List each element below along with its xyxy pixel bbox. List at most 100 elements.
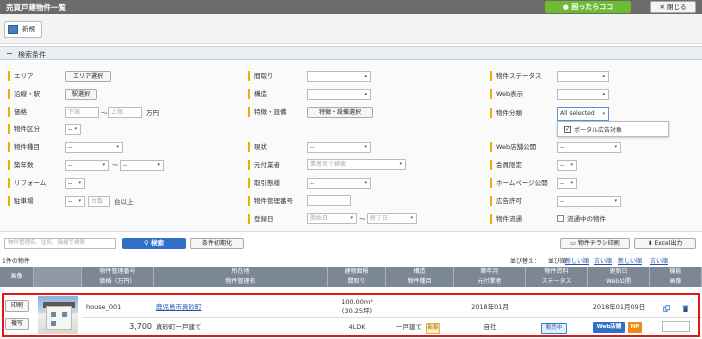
sort-option[interactable]: 新しい順 (565, 257, 589, 267)
web-label: Web表示 (490, 89, 523, 99)
prop-type-label: 物件種目 (8, 142, 40, 152)
price-min-input[interactable]: 下限 (65, 107, 99, 118)
search-form: エリア エリア選択 沿線・駅 駅選択 価格 下限 〜 上限 万円 物件区分 --… (0, 62, 702, 232)
prop-type-select[interactable]: -- ▾ (65, 142, 123, 153)
parking-count-input[interactable]: 台数 (88, 196, 110, 207)
madori-select[interactable]: ▴ (307, 71, 371, 82)
page-title: 売買戸建物件一覧 (6, 3, 66, 12)
toroku-separator: 〜 (359, 215, 366, 223)
status-select[interactable]: ▴ (557, 71, 609, 82)
web-tenpo-label: Web店舗公開 (490, 142, 536, 152)
motozuke-input[interactable]: 業者名で検索 ▾ (307, 159, 406, 170)
feature-select-button[interactable]: 特徴・設備選択 (307, 107, 373, 118)
help-icon: ● (562, 3, 572, 11)
title-bar: 売買戸建物件一覧 ● 困ったらココ ✕ 閉じる (0, 0, 702, 14)
col-image: 画像 (0, 267, 34, 287)
col-status: ステータス (526, 277, 588, 287)
col-name: 物件管理名 (154, 277, 328, 287)
hp-label: ホームページ公開 (490, 178, 548, 188)
kaiin-select[interactable]: -- ▾ (557, 160, 577, 171)
keyword-search-input[interactable]: 物件管理名、住所、価格で検索 (4, 238, 116, 249)
col-area: 建物面積 (328, 267, 386, 277)
torihiki-label: 取引態様 (248, 178, 280, 188)
chevron-down-icon: ▾ (364, 180, 367, 186)
age-from-select[interactable]: -- ▾ (65, 160, 109, 171)
chevron-down-icon: ▾ (78, 180, 81, 186)
col-docs: 物件資料 (526, 267, 588, 277)
search-button[interactable]: ⚲ 検索 (122, 238, 186, 249)
area-label: エリア (8, 71, 34, 81)
kozo-label: 構造 (248, 89, 267, 99)
chevron-down-icon: ▾ (74, 126, 77, 132)
kanri-label: 物件管理番号 (248, 196, 293, 206)
chevron-down-icon: ▾ (399, 161, 402, 167)
col-image-mgmt: 画像 (650, 277, 702, 287)
portal-checkbox[interactable]: ✓ (564, 126, 571, 133)
kaiin-label: 会員限定 (490, 160, 522, 170)
toroku-from-input[interactable]: 開始日 ▾ (307, 213, 357, 224)
col-address: 所在地 (154, 267, 328, 277)
reform-select[interactable]: -- ▾ (65, 178, 85, 189)
search-section-header[interactable]: − 検索条件 (0, 46, 702, 60)
tokucho-label: 特徴・設備 (248, 107, 287, 117)
parking-label: 駐車場 (8, 196, 34, 206)
excel-export-button[interactable]: ⬇ Excel出力 (634, 238, 696, 249)
chevron-down-icon: ▾ (614, 198, 617, 204)
sort-option[interactable]: 並び順 (548, 257, 566, 267)
toroku-label: 登録日 (248, 214, 274, 224)
col-built: 築年月 (454, 267, 526, 277)
chevron-down-icon: ▾ (157, 162, 160, 168)
col-kanri-no: 物件管理番号 (82, 267, 154, 277)
torihiki-select[interactable]: -- ▾ (307, 178, 371, 189)
sort-option[interactable]: 新しい順 (618, 257, 642, 267)
bunrui-select[interactable]: All selected ▾ (557, 107, 609, 121)
ryutsu-checkbox[interactable] (557, 215, 564, 222)
col-spacer (34, 267, 82, 287)
ryutsu-label: 物件流通 (490, 214, 522, 224)
genkyo-select[interactable]: -- ▾ (307, 142, 371, 153)
download-icon: ⬇ (647, 240, 655, 247)
sort-label: 並び替え： (510, 258, 541, 265)
chevron-down-icon: ▾ (78, 198, 81, 204)
chevron-down-icon: ▾ (102, 162, 105, 168)
result-count: 1件の物件 (2, 258, 30, 265)
prop-kubun-label: 物件区分 (8, 124, 40, 134)
flyer-print-button[interactable]: ▭ 物件チラシ印刷 (560, 238, 630, 249)
ryutsu-check-label: 流通中の物件 (567, 215, 606, 223)
age-label: 築年数 (8, 160, 34, 170)
new-button[interactable]: 新規 (4, 21, 42, 38)
age-to-select[interactable]: -- ▾ (120, 160, 164, 171)
parking-select[interactable]: -- ▾ (65, 196, 85, 207)
kozo-select[interactable]: ▴ (307, 89, 371, 100)
chevron-down-icon: ▾ (364, 144, 367, 150)
kanri-input[interactable] (307, 195, 351, 206)
area-select-button[interactable]: エリア選択 (65, 71, 111, 82)
motozuke-label: 元付業者 (248, 160, 280, 170)
close-button[interactable]: ✕ 閉じる (650, 1, 696, 13)
bunrui-label: 物件分類 (490, 108, 522, 118)
sort-option[interactable]: 古い順 (650, 257, 668, 267)
chevron-down-icon: ▾ (570, 180, 573, 186)
search-icon: ⚲ (143, 239, 152, 247)
help-button[interactable]: ● 困ったらココ (545, 1, 631, 13)
col-web: Web公開 (588, 277, 650, 287)
status-label: 物件ステータス (490, 71, 542, 81)
bunrui-dropdown: ✓ ポータル広告対象 (557, 121, 669, 137)
chevron-down-icon: ▾ (614, 144, 617, 150)
price-max-input[interactable]: 上限 (108, 107, 142, 118)
prop-kubun-select[interactable]: -- ▾ (65, 124, 81, 135)
chevron-down-icon: ▾ (350, 215, 353, 221)
chevron-up-icon: ▴ (364, 73, 367, 79)
genkyo-label: 現状 (248, 142, 267, 152)
hp-select[interactable]: -- ▾ (557, 178, 577, 189)
web-tenpo-select[interactable]: -- ▾ (557, 142, 621, 153)
reset-button[interactable]: 条件初期化 (190, 238, 244, 249)
price-separator: 〜 (101, 109, 108, 117)
toroku-to-input[interactable]: 終了日 ▾ (367, 213, 417, 224)
sort-option[interactable]: 古い順 (594, 257, 612, 267)
chevron-up-icon: ▴ (602, 73, 605, 79)
kokoku-select[interactable]: -- ▾ (557, 196, 621, 207)
web-select[interactable]: ▴ (557, 89, 609, 100)
station-select-button[interactable]: 駅選択 (65, 89, 97, 100)
price-unit: 万円 (146, 109, 159, 117)
